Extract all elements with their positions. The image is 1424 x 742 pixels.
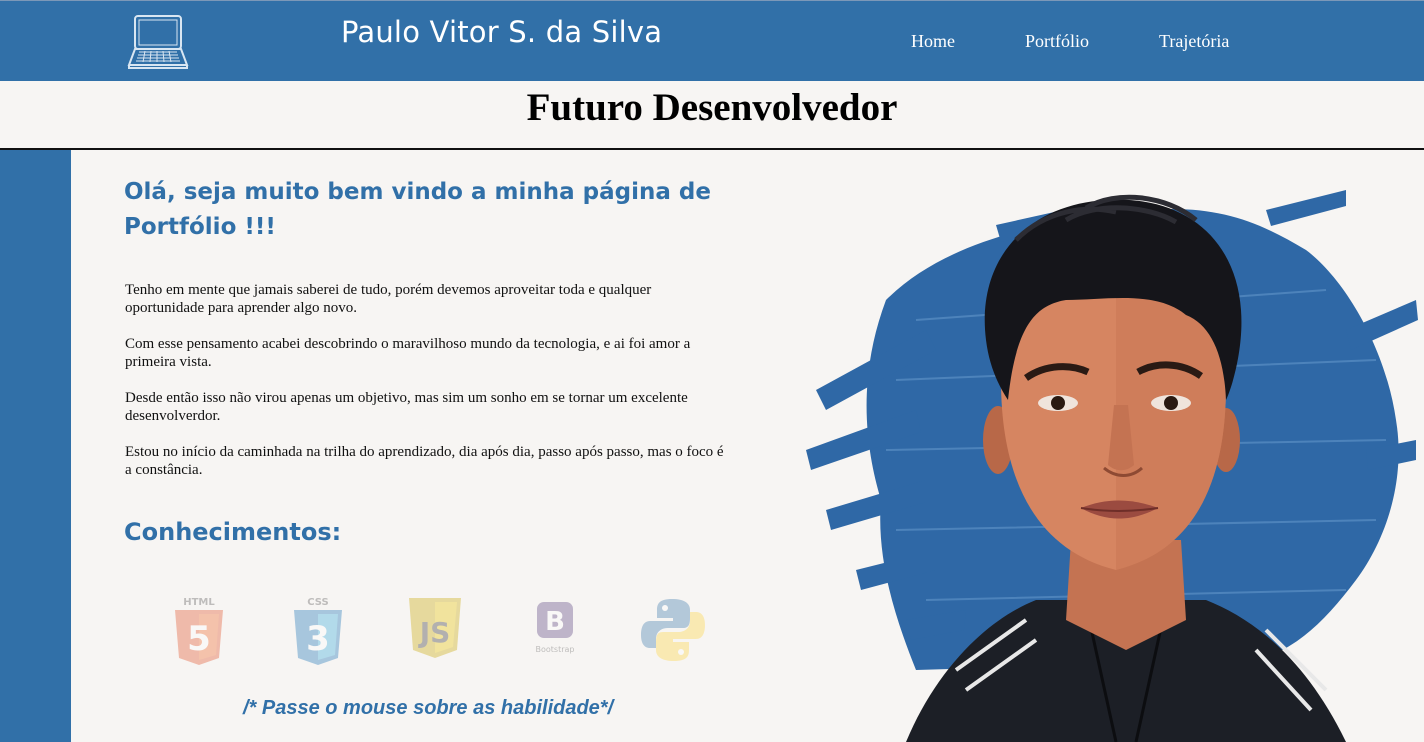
bootstrap-icon[interactable]: B Bootstrap <box>531 596 579 660</box>
intro-paragraph: Desde então isso não virou apenas um obj… <box>125 390 688 424</box>
site-title: Paulo Vitor S. da Silva <box>341 15 663 49</box>
nav-portfolio-link[interactable]: Portfólio <box>1025 31 1089 52</box>
bootstrap-label: Bootstrap <box>536 645 575 654</box>
intro-paragraph: Tenho em mente que jamais saberei de tud… <box>125 282 652 316</box>
html5-glyph: 5 <box>187 619 211 659</box>
top-navbar: Paulo Vitor S. da Silva Home Portfólio T… <box>0 0 1424 81</box>
nav-home-link[interactable]: Home <box>911 31 955 52</box>
welcome-heading: Olá, seja muito bem vindo a minha página… <box>124 179 711 240</box>
left-accent-strip <box>0 150 71 742</box>
javascript-glyph: JS <box>418 616 451 649</box>
intro-paragraph: Com esse pensamento acabei descobrindo o… <box>125 336 691 370</box>
subheader-banner: Futuro Desenvolvedor <box>0 81 1424 150</box>
page-title: Futuro Desenvolvedor <box>526 86 898 129</box>
python-icon[interactable] <box>639 596 707 664</box>
hover-hint-text: /* Passe o mouse sobre as habilidade*/ <box>243 697 614 719</box>
bootstrap-glyph: B <box>545 607 565 637</box>
css3-glyph: 3 <box>306 619 330 659</box>
laptop-icon[interactable] <box>126 13 190 71</box>
html5-icon[interactable]: HTML 5 <box>171 596 227 668</box>
nav-trajetoria-link[interactable]: Trajetória <box>1159 31 1229 52</box>
skills-heading: Conhecimentos: <box>124 518 342 546</box>
javascript-icon[interactable]: JS <box>407 596 463 660</box>
intro-paragraph: Estou no início da caminhada na trilha d… <box>125 444 724 478</box>
css3-label: CSS <box>307 597 328 608</box>
profile-portrait-image <box>806 190 1418 742</box>
intro-text: Tenho em mente que jamais saberei de tud… <box>125 281 733 497</box>
css3-icon[interactable]: CSS 3 <box>290 596 346 668</box>
main-content: Olá, seja muito bem vindo a minha página… <box>71 150 1424 742</box>
html5-label: HTML <box>183 597 215 608</box>
